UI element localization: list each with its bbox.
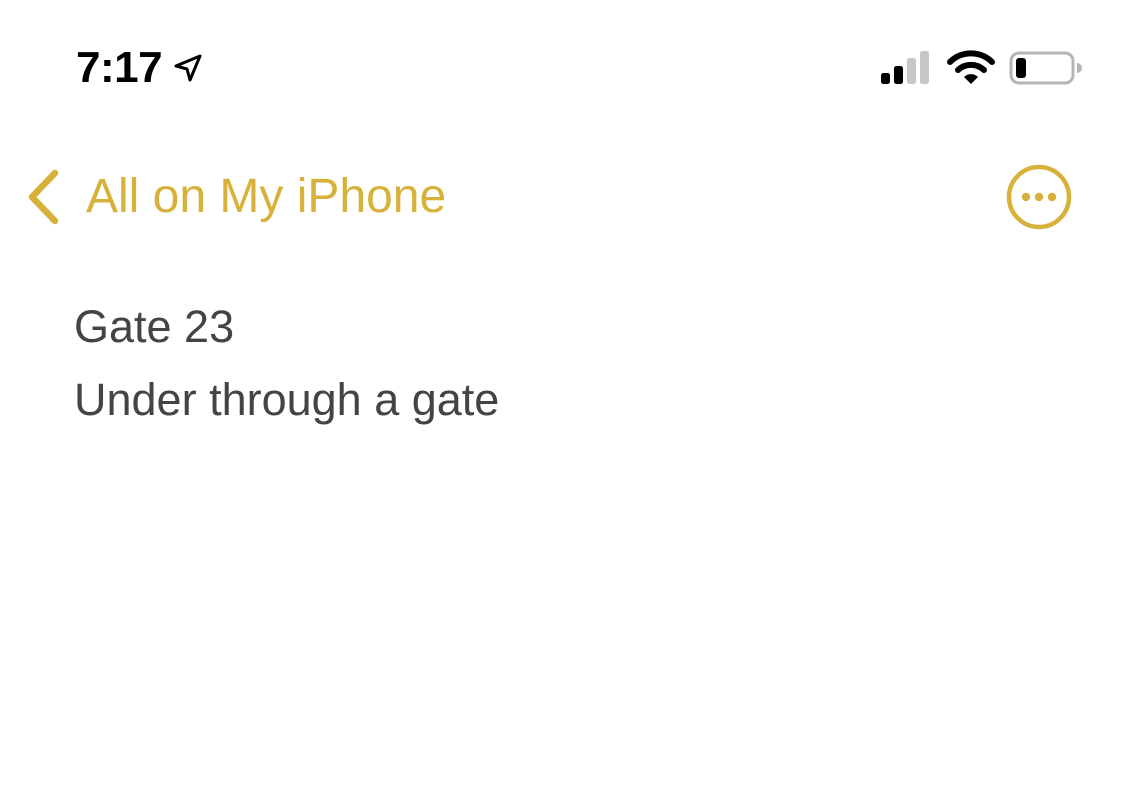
status-time: 7:17 xyxy=(76,43,163,92)
status-time-group: 7:17 xyxy=(76,42,204,94)
note-body-line[interactable]: Under through a gate xyxy=(74,363,1054,436)
navigation-bar: All on My iPhone xyxy=(0,150,1125,245)
note-title-line[interactable]: Gate 23 xyxy=(74,290,1054,363)
battery-icon xyxy=(1009,51,1082,85)
note-content[interactable]: Gate 23 Under through a gate xyxy=(74,290,1054,436)
back-button-label: All on My iPhone xyxy=(86,170,447,223)
status-bar: 7:17 xyxy=(0,0,1125,120)
location-arrow-icon xyxy=(172,52,204,84)
back-button[interactable]: All on My iPhone xyxy=(24,162,446,232)
ellipsis-circle-icon xyxy=(1006,164,1072,230)
chevron-left-icon xyxy=(28,169,59,225)
status-indicators xyxy=(879,48,1083,88)
wifi-icon xyxy=(947,50,995,84)
cellular-signal-icon xyxy=(881,51,929,84)
more-options-button[interactable] xyxy=(1005,163,1073,231)
